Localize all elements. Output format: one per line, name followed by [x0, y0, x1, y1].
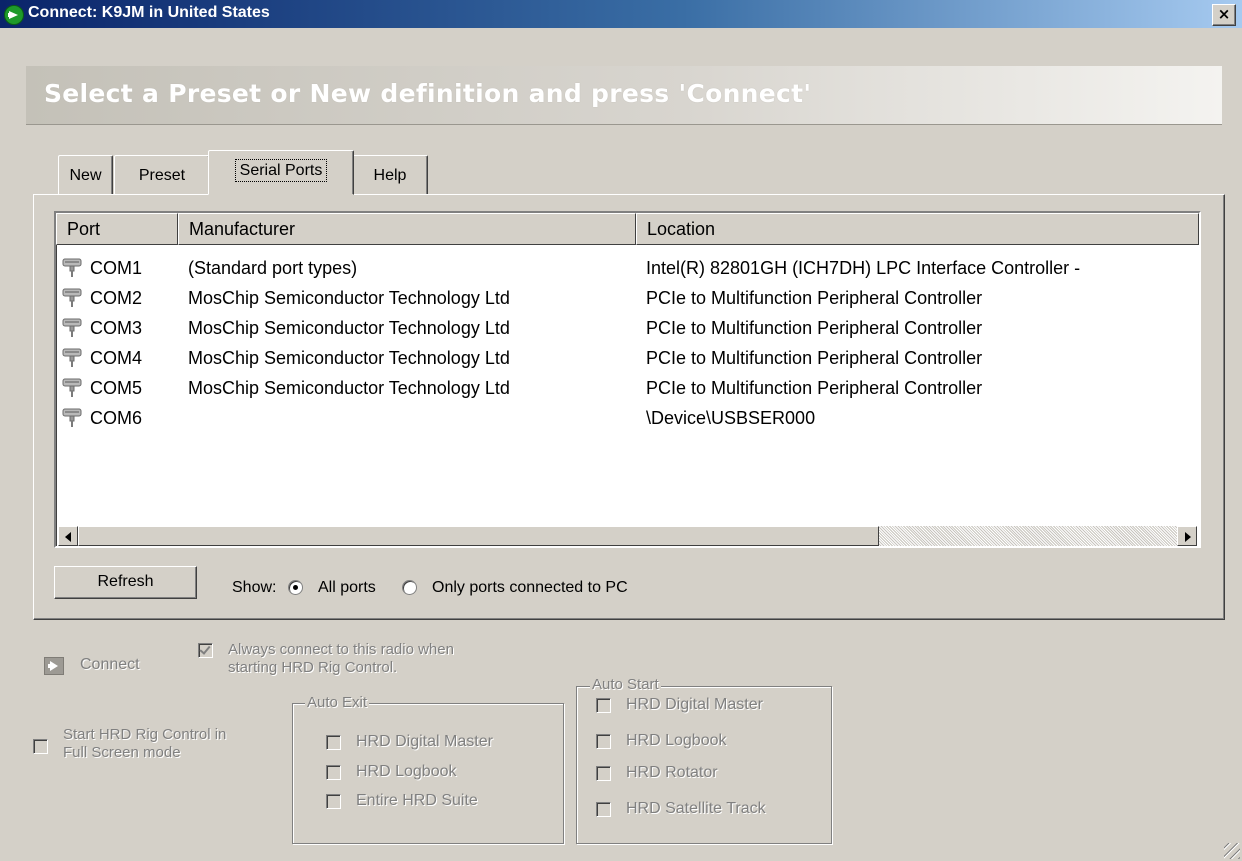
always-connect-checkbox[interactable] [198, 643, 213, 658]
cell-location: PCIe to Multifunction Peripheral Control… [646, 318, 983, 338]
tab-help-label: Help [373, 167, 407, 184]
resize-grip[interactable] [1224, 843, 1240, 859]
auto-exit-logbook-label: HRD Logbook [356, 763, 457, 780]
auto-exit-entire-suite-checkbox[interactable] [326, 794, 341, 809]
window-title: Connect: K9JM in United States [28, 4, 270, 21]
auto-start-rotator-checkbox[interactable] [596, 766, 611, 781]
auto-start-satellite-track-checkbox[interactable] [596, 802, 611, 817]
cell-manufacturer: MosChip Semiconductor Technology Ltd [188, 288, 510, 308]
auto-exit-digital-master-label: HRD Digital Master [356, 733, 493, 750]
cell-port: COM4 [90, 348, 143, 368]
cell-port: COM6 [90, 408, 143, 428]
table-row[interactable]: COM1 (Standard port types) Intel(R) 82801G… [56, 253, 1199, 283]
tab-serial-ports[interactable]: Serial Ports [208, 150, 354, 195]
connect-label: Connect [80, 656, 140, 673]
connect-button[interactable]: Connect [44, 654, 164, 678]
arrow-right-icon [1185, 532, 1191, 542]
only-connected-radio[interactable] [402, 580, 417, 595]
fullscreen-label-line2: Full Screen mode [63, 744, 181, 761]
only-connected-label[interactable]: Only ports connected to PC [432, 579, 659, 597]
header-banner: Select a Preset or New definition and pr… [26, 66, 1222, 125]
auto-start-logbook-checkbox[interactable] [596, 734, 611, 749]
all-ports-label[interactable]: All ports [318, 579, 376, 597]
title-bar: Connect: K9JM in United States × [0, 0, 1242, 28]
fullscreen-label-line1: Start HRD Rig Control in [63, 726, 227, 743]
connect-arrow-icon [4, 5, 24, 25]
serial-port-icon [62, 348, 82, 367]
always-connect-label-line1: Always connect to this radio when [228, 641, 454, 658]
fullscreen-checkbox[interactable] [33, 739, 48, 754]
auto-start-rotator-label: HRD Rotator [626, 764, 718, 781]
auto-exit-title: Auto Exit [305, 694, 370, 711]
tab-help[interactable]: Help [352, 155, 428, 195]
tab-serial-ports-label: Serial Ports [234, 159, 328, 182]
cell-location: PCIe to Multifunction Peripheral Control… [646, 378, 983, 398]
tab-preset[interactable]: Preset [114, 155, 210, 195]
cell-port: COM2 [90, 288, 143, 308]
column-header-port[interactable]: Port [56, 213, 178, 245]
connect-arrow-icon [44, 657, 64, 675]
horizontal-scrollbar[interactable] [58, 526, 1197, 546]
show-label: Show: [232, 579, 277, 596]
auto-exit-entire-suite-label: Entire HRD Suite [356, 792, 478, 809]
serial-port-icon [62, 288, 82, 307]
scroll-left-button[interactable] [58, 526, 78, 546]
auto-start-title: Auto Start [590, 676, 661, 693]
table-row[interactable]: COM6 \Device\USBSER000 [56, 403, 1199, 433]
auto-start-digital-master-label: HRD Digital Master [626, 696, 763, 713]
table-row[interactable]: COM5 MosChip Semiconductor Technology Ltd… [56, 373, 1199, 403]
refresh-label: Refresh [97, 573, 154, 590]
scroll-track[interactable] [879, 526, 1177, 546]
auto-start-logbook-label: HRD Logbook [626, 732, 727, 749]
auto-exit-digital-master-checkbox[interactable] [326, 735, 341, 750]
table-row[interactable]: COM3 MosChip Semiconductor Technology Ltd… [56, 313, 1199, 343]
scroll-right-button[interactable] [1177, 526, 1197, 546]
cell-manufacturer: MosChip Semiconductor Technology Ltd [188, 378, 510, 398]
all-ports-radio[interactable] [288, 580, 303, 595]
tab-new[interactable]: New [58, 155, 113, 195]
cell-location: PCIe to Multifunction Peripheral Control… [646, 348, 983, 368]
column-header-location[interactable]: Location [636, 213, 1199, 245]
refresh-button[interactable]: Refresh [54, 566, 197, 599]
tab-preset-label: Preset [138, 167, 186, 184]
serial-port-icon [62, 408, 82, 427]
auto-exit-logbook-checkbox[interactable] [326, 765, 341, 780]
cell-location: Intel(R) 82801GH (ICH7DH) LPC Interface … [646, 258, 1081, 278]
arrow-left-icon [65, 532, 71, 542]
cell-port: COM3 [90, 318, 143, 338]
ports-list[interactable]: Port Manufacturer Location COM1 (Standard… [54, 211, 1201, 548]
table-row[interactable]: COM2 MosChip Semiconductor Technology Ltd… [56, 283, 1199, 313]
serial-port-icon [62, 378, 82, 397]
serial-port-icon [62, 258, 82, 277]
cell-manufacturer: (Standard port types) [188, 258, 358, 278]
cell-location: \Device\USBSER000 [646, 408, 816, 428]
cell-port: COM5 [90, 378, 143, 398]
serial-port-icon [62, 318, 82, 337]
always-connect-label-line2: starting HRD Rig Control. [228, 659, 398, 676]
table-row[interactable]: COM4 MosChip Semiconductor Technology Ltd… [56, 343, 1199, 373]
close-button[interactable]: × [1212, 4, 1236, 26]
auto-start-satellite-track-label: HRD Satellite Track [626, 800, 766, 817]
auto-start-digital-master-checkbox[interactable] [596, 698, 611, 713]
tab-new-label: New [69, 167, 102, 184]
cell-port: COM1 [90, 258, 143, 278]
scroll-thumb[interactable] [78, 526, 879, 546]
cell-location: PCIe to Multifunction Peripheral Control… [646, 288, 983, 308]
cell-manufacturer: MosChip Semiconductor Technology Ltd [188, 318, 510, 338]
cell-manufacturer: MosChip Semiconductor Technology Ltd [188, 348, 510, 368]
column-header-manufacturer[interactable]: Manufacturer [178, 213, 636, 245]
banner-text: Select a Preset or New definition and pr… [44, 79, 812, 108]
